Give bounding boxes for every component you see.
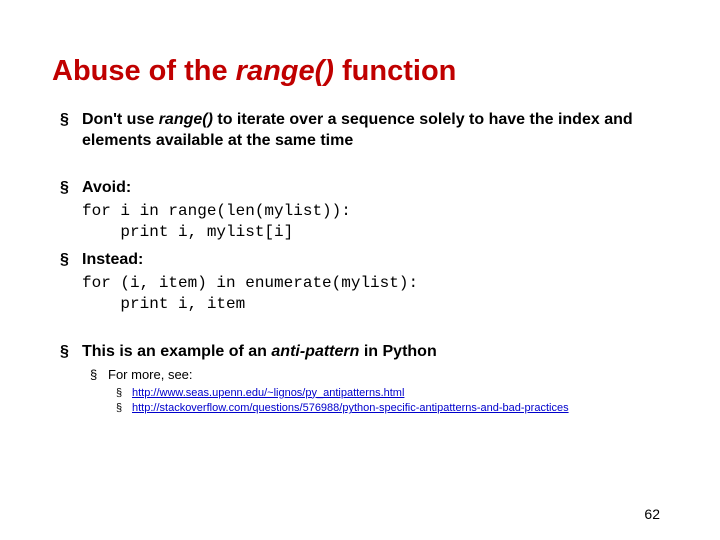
title-post: function xyxy=(334,55,456,87)
antipattern-em: anti-pattern xyxy=(271,343,359,360)
link-antipatterns-stackoverflow[interactable]: http://stackoverflow.com/questions/57698… xyxy=(132,402,569,414)
instead-label: Instead: xyxy=(82,251,143,268)
more-label: For more, see: xyxy=(108,367,193,382)
bullet1-fn: range() xyxy=(159,111,213,128)
link-item-1: http://www.seas.upenn.edu/~lignos/py_ant… xyxy=(130,386,668,401)
bullet-avoid: Avoid: for i in range(len(mylist)): prin… xyxy=(78,178,668,244)
avoid-code: for i in range(len(mylist)): print i, my… xyxy=(82,201,668,244)
instead-code: for (i, item) in enumerate(mylist): prin… xyxy=(82,273,668,316)
page-number: 62 xyxy=(644,506,660,522)
slide-title: Abuse of the range() function xyxy=(52,55,668,88)
antipattern-pre: This is an example of an xyxy=(82,343,271,360)
bullet-antipattern: This is an example of an anti-pattern in… xyxy=(78,342,668,416)
link-antipatterns-upenn[interactable]: http://www.seas.upenn.edu/~lignos/py_ant… xyxy=(132,387,404,399)
title-pre: Abuse of the xyxy=(52,55,236,87)
link-item-2: http://stackoverflow.com/questions/57698… xyxy=(130,401,668,416)
sub-bullet-list: For more, see: http://www.seas.upenn.edu… xyxy=(82,367,668,417)
bullet-list: Don't use range() to iterate over a sequ… xyxy=(52,110,668,416)
link-list: http://www.seas.upenn.edu/~lignos/py_ant… xyxy=(108,386,668,417)
bullet-instead: Instead: for (i, item) in enumerate(myli… xyxy=(78,250,668,316)
title-fn: range() xyxy=(236,55,334,87)
bullet1-pre: Don't use xyxy=(82,111,159,128)
bullet-more: For more, see: http://www.seas.upenn.edu… xyxy=(106,367,668,417)
antipattern-post: in Python xyxy=(359,343,436,360)
bullet-dont-use: Don't use range() to iterate over a sequ… xyxy=(78,110,668,152)
avoid-label: Avoid: xyxy=(82,179,131,196)
slide-container: Abuse of the range() function Don't use … xyxy=(0,0,720,416)
